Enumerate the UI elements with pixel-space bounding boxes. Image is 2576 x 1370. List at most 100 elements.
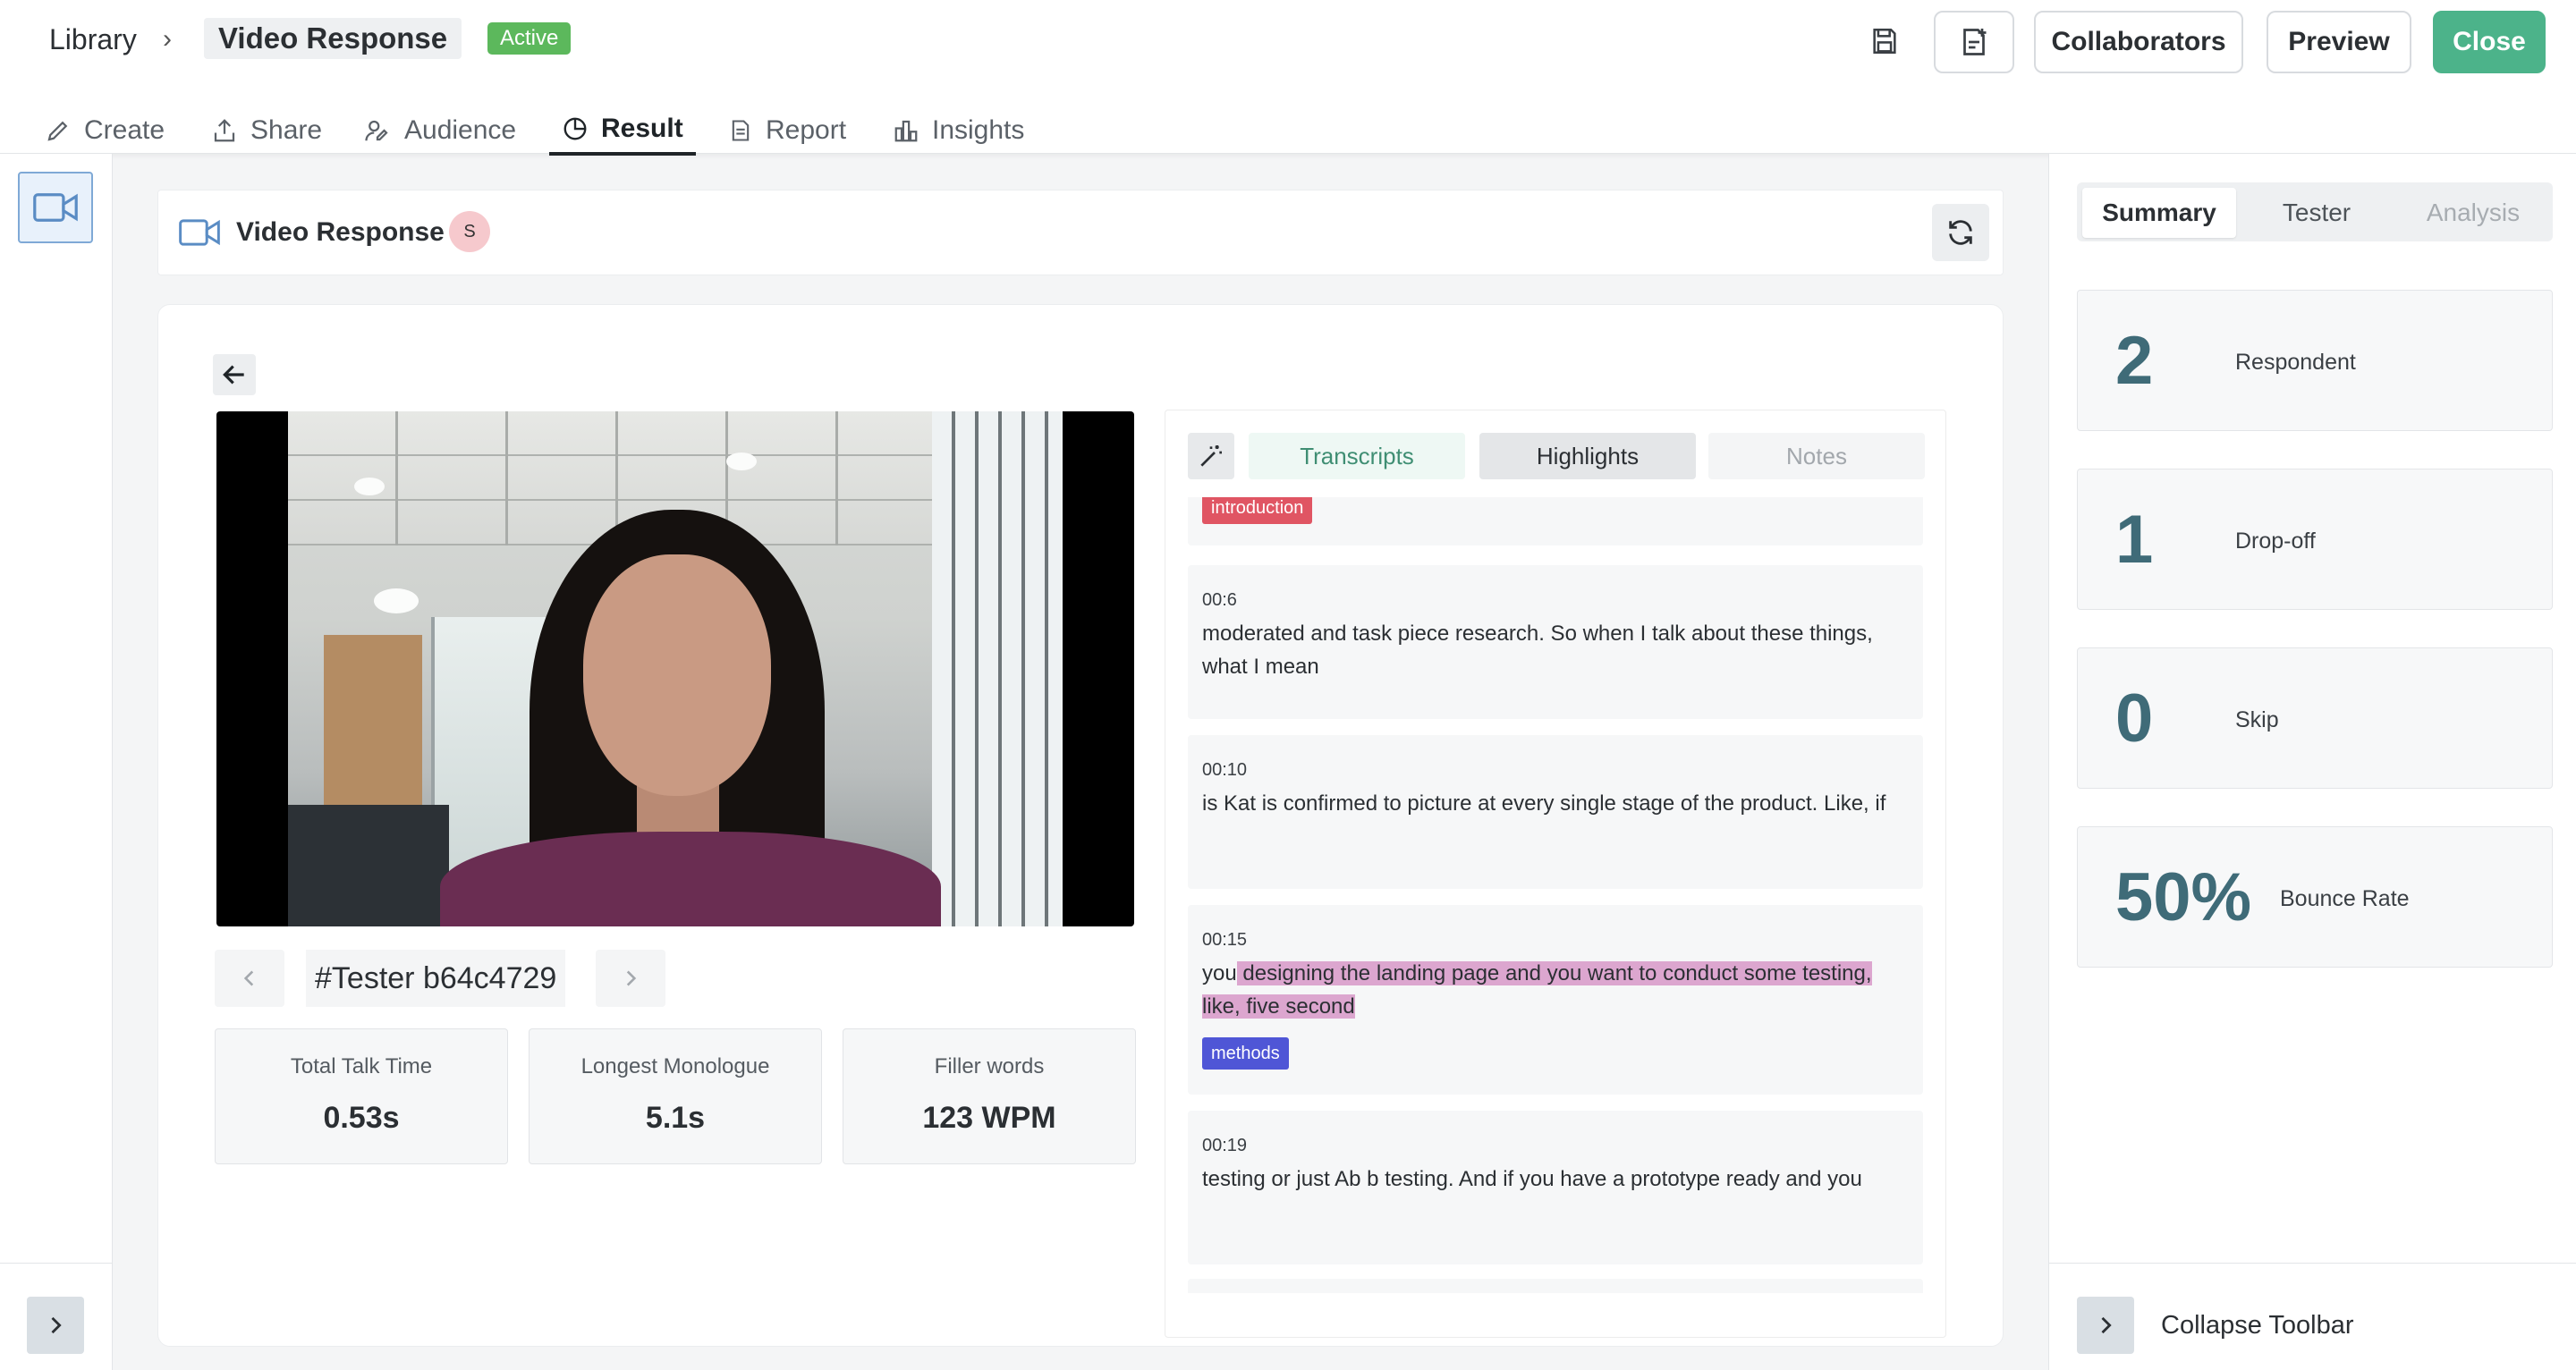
stat-label: Respondent xyxy=(2235,350,2356,375)
tab-analysis[interactable]: Analysis xyxy=(2397,188,2549,238)
preview-button[interactable]: Preview xyxy=(2267,11,2411,73)
stat-value: 50% xyxy=(2115,859,2252,935)
question-title: Video Response xyxy=(236,217,445,247)
video-frame-image xyxy=(288,411,1063,926)
timestamp[interactable]: 00:15 xyxy=(1202,930,1247,951)
bar-chart-icon xyxy=(894,120,918,142)
breadcrumb-separator: › xyxy=(163,24,172,54)
chevron-right-icon xyxy=(626,970,637,986)
transcript-text: moderated and task piece research. So wh… xyxy=(1202,622,1873,679)
metric-label: Total Talk Time xyxy=(290,1054,433,1078)
breadcrumb-library-link[interactable]: Library xyxy=(49,18,137,61)
save-button[interactable] xyxy=(1862,18,1907,64)
tab-share-label: Share xyxy=(250,115,323,145)
chevron-left-icon xyxy=(243,970,254,986)
metric-value: 123 WPM xyxy=(922,1101,1056,1135)
magic-wand-icon xyxy=(1200,445,1222,467)
metric-label: Longest Monologue xyxy=(580,1054,770,1078)
stat-label: Bounce Rate xyxy=(2280,886,2410,911)
stat-value: 1 xyxy=(2115,502,2154,578)
transcript-text: you designing the landing page and you w… xyxy=(1202,957,1909,1023)
tab-insights[interactable]: Insights xyxy=(891,106,1026,156)
breadcrumb-current-page: Video Response xyxy=(204,18,462,59)
transcript-text: is Kat is confirmed to picture at every … xyxy=(1202,791,1886,816)
expand-rail-button[interactable] xyxy=(27,1297,84,1354)
list-item[interactable]: 00:19 testing or just Ab b testing. And … xyxy=(1188,1111,1923,1264)
collapse-toolbar-label[interactable]: Collapse Toolbar xyxy=(2161,1307,2354,1343)
text-before: you xyxy=(1202,961,1237,985)
metric-total-talk-time: Total Talk Time 0.53s xyxy=(215,1028,508,1164)
tab-summary[interactable]: Summary xyxy=(2082,188,2236,238)
tab-create-label: Create xyxy=(84,115,165,145)
pencil-icon xyxy=(47,121,68,141)
chevron-right-icon xyxy=(2101,1316,2112,1334)
highlight-list[interactable]: introduction 00:6 moderated and task pie… xyxy=(1188,497,1923,1293)
stat-skip: 0 Skip xyxy=(2077,647,2553,789)
video-camera-icon xyxy=(179,215,220,250)
metric-value: 5.1s xyxy=(645,1101,706,1135)
timestamp[interactable]: 00:6 xyxy=(1202,590,1237,611)
tab-report-label: Report xyxy=(766,115,847,145)
stat-respondent: 2 Respondent xyxy=(2077,290,2553,431)
stat-label: Drop-off xyxy=(2235,529,2316,554)
refresh-icon xyxy=(1949,220,1972,245)
tab-highlights[interactable]: Highlights xyxy=(1479,433,1696,479)
tag-introduction[interactable]: introduction xyxy=(1202,497,1313,524)
back-button[interactable] xyxy=(213,354,256,395)
tab-share[interactable]: Share xyxy=(209,106,324,156)
tab-create[interactable]: Create xyxy=(43,106,166,156)
collapse-toolbar-button[interactable] xyxy=(2077,1297,2134,1354)
stat-value: 2 xyxy=(2115,323,2154,399)
timestamp[interactable]: 00:19 xyxy=(1202,1136,1247,1156)
video-camera-icon xyxy=(33,193,78,222)
tab-audience-label: Audience xyxy=(404,115,517,145)
arrow-left-icon xyxy=(223,365,244,385)
highlighted-text[interactable]: designing the landing page and you want … xyxy=(1202,961,1872,1019)
save-icon xyxy=(1873,28,1896,55)
collaborators-button[interactable]: Collaborators xyxy=(2034,11,2243,73)
tab-notes[interactable]: Notes xyxy=(1708,433,1925,479)
chevron-right-icon xyxy=(51,1316,62,1334)
refresh-button[interactable] xyxy=(1932,204,1989,261)
stat-bounce-rate: 50% Bounce Rate xyxy=(2077,826,2553,968)
transcript-text: testing or just Ab b testing. And if you… xyxy=(1202,1167,1862,1191)
tab-transcripts[interactable]: Transcripts xyxy=(1249,433,1465,479)
auto-highlight-button[interactable] xyxy=(1188,433,1234,479)
timestamp[interactable]: 00:10 xyxy=(1202,760,1247,781)
list-item[interactable] xyxy=(1188,1279,1923,1293)
status-badge: Active xyxy=(487,22,572,55)
list-item[interactable]: 00:10 is Kat is confirmed to picture at … xyxy=(1188,735,1923,889)
previous-tester-button[interactable] xyxy=(215,950,284,1007)
video-player[interactable] xyxy=(216,411,1134,926)
tester-id: #Tester b64c4729 xyxy=(306,950,566,1007)
metric-longest-monologue: Longest Monologue 5.1s xyxy=(529,1028,822,1164)
tab-result[interactable]: Result xyxy=(549,106,696,156)
next-tester-button[interactable] xyxy=(596,950,665,1007)
metric-value: 0.53s xyxy=(323,1101,400,1135)
tab-result-label: Result xyxy=(601,114,683,143)
stat-value: 0 xyxy=(2115,681,2154,757)
left-rail xyxy=(0,154,113,1370)
metric-label: Filler words xyxy=(934,1054,1045,1078)
list-item[interactable]: introduction xyxy=(1188,497,1923,545)
tab-report[interactable]: Report xyxy=(726,106,848,156)
audience-icon xyxy=(365,120,388,141)
add-note-button[interactable] xyxy=(1934,11,2014,73)
share-icon xyxy=(214,119,235,142)
tag-methods[interactable]: methods xyxy=(1202,1037,1289,1070)
stat-label: Skip xyxy=(2235,707,2279,732)
avatar: S xyxy=(449,211,490,252)
document-icon xyxy=(732,120,750,141)
note-add-icon xyxy=(1963,29,1987,55)
list-item[interactable]: 00:15 you designing the landing page and… xyxy=(1188,905,1923,1095)
rail-video-response-item[interactable] xyxy=(18,172,93,243)
list-item[interactable]: 00:6 moderated and task piece research. … xyxy=(1188,565,1923,719)
close-button[interactable]: Close xyxy=(2433,11,2546,73)
tab-insights-label: Insights xyxy=(932,115,1025,145)
pie-chart-icon xyxy=(564,117,587,140)
tab-audience[interactable]: Audience xyxy=(361,106,518,156)
stat-drop-off: 1 Drop-off xyxy=(2077,469,2553,610)
metric-filler-words: Filler words 123 WPM xyxy=(843,1028,1136,1164)
rail-divider xyxy=(0,1263,113,1264)
tab-tester[interactable]: Tester xyxy=(2240,188,2394,238)
